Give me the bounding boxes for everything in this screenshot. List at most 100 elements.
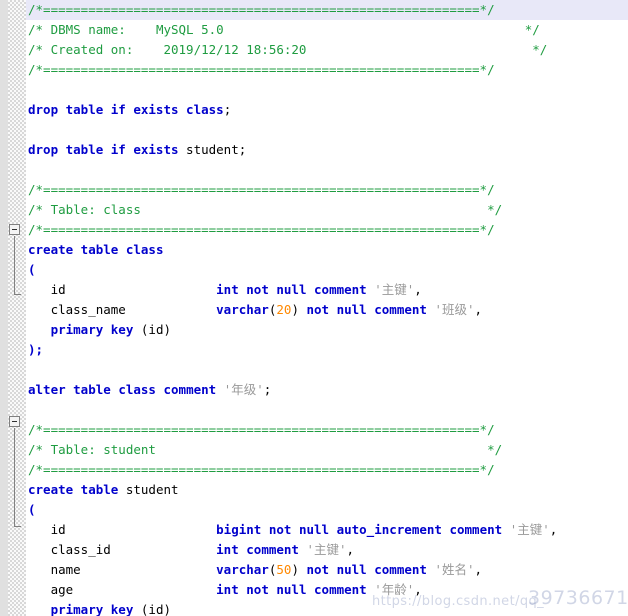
student-col-0-comment: '主键'	[509, 522, 550, 537]
class-col-2-name: primary key	[50, 322, 134, 337]
student-col-1-name: class_id	[50, 542, 111, 557]
alter-class-string: '年级'	[223, 382, 264, 397]
code-line-class-open-paren[interactable]: (	[28, 260, 36, 280]
class-col-1-comment: '班级'	[434, 302, 475, 317]
student-banner-label: /* Table: student	[28, 442, 156, 457]
student-col-3-trailing: ,	[414, 582, 422, 597]
code-line-dbms-name[interactable]: /* DBMS name: MySQL 5.0 */	[28, 20, 540, 40]
alter-class-verb: comment	[163, 382, 217, 397]
code-line-header-rule-top[interactable]: /*======================================…	[26, 0, 628, 20]
code-line-class-banner-rule-top[interactable]: /*======================================…	[28, 180, 495, 200]
code-line-created-on[interactable]: /* Created on: 2019/12/12 18:56:20 */	[28, 40, 547, 60]
student-col-3-name: age	[50, 582, 74, 597]
class-col-0-type: int	[216, 282, 239, 297]
code-line-create-class[interactable]: create table class	[28, 240, 163, 260]
code-line-class-col-class-name[interactable]: class_name varchar(20) not null comment …	[28, 300, 482, 320]
fold-guide-student-body	[14, 428, 15, 526]
student-col-0-type: bigint	[216, 522, 262, 537]
class-block-open: (	[28, 262, 36, 277]
editor-fold-gutter[interactable]	[8, 0, 26, 616]
code-line-class-col-id[interactable]: id int not null comment '主键',	[28, 280, 422, 300]
class-col-0-name: id	[50, 282, 66, 297]
fold-guide-class-body	[14, 236, 15, 294]
code-line-student-col-name[interactable]: name varchar(50) not null comment '姓名',	[28, 560, 482, 580]
code-line-alter-class-comment[interactable]: alter table class comment '年级';	[28, 380, 271, 400]
code-line-class-banner-rule-bottom[interactable]: /*======================================…	[28, 220, 495, 240]
student-col-1-type: int	[216, 542, 239, 557]
code-line-student-banner[interactable]: /* Table: student */	[28, 440, 502, 460]
comment-close-student-banner: */	[487, 442, 503, 457]
class-col-1-trailing: ,	[474, 302, 483, 317]
class-col-1-comment-keyword: comment	[374, 302, 427, 317]
class-col-1-size: 20	[276, 302, 292, 317]
student-col-1-comment: '主键'	[306, 542, 347, 557]
comment-rule-student-top: /*======================================…	[28, 422, 495, 437]
student-col-0-trailing: ,	[549, 522, 558, 537]
created-label: /* Created on:	[28, 42, 134, 57]
drop-class-terminator: ;	[223, 102, 232, 117]
code-line-class-primary-key[interactable]: primary key (id)	[28, 320, 171, 340]
fold-toggle-student-body[interactable]	[9, 416, 20, 427]
student-col-1-comment-keyword: comment	[246, 542, 299, 557]
class-col-2-trailing: (id)	[133, 322, 172, 337]
comment-rule-student-bottom: /*======================================…	[28, 462, 495, 477]
code-line-class-banner[interactable]: /* Table: class */	[28, 200, 502, 220]
class-col-1-name: class_name	[50, 302, 126, 317]
create-class-keywords: create table	[28, 242, 119, 257]
code-line-student-primary-key[interactable]: primary key (id)	[28, 600, 171, 616]
drop-class-target: class	[186, 102, 224, 117]
code-line-student-col-class-id[interactable]: class_id int comment '主键',	[28, 540, 355, 560]
editor-left-margin-strip	[0, 0, 8, 616]
student-col-3-comment: '年龄'	[374, 582, 415, 597]
code-line-class-close-paren[interactable]: );	[28, 340, 43, 360]
drop-student-target: student	[186, 142, 239, 157]
fold-guide-foot-student-body	[14, 526, 21, 527]
code-line-drop-class[interactable]: drop table if exists class;	[28, 100, 231, 120]
class-col-0-comment: '主键'	[374, 282, 415, 297]
alter-class-target: class	[118, 382, 156, 397]
code-line-student-col-age[interactable]: age int not null comment '年龄',	[28, 580, 422, 600]
drop-student-terminator: ;	[238, 142, 247, 157]
fold-guide-foot-class-body	[14, 294, 21, 295]
student-col-2-trailing: ,	[474, 562, 483, 577]
student-col-2-name: name	[50, 562, 81, 577]
drop-student-keywords: drop table if exists	[28, 142, 179, 157]
student-col-0-name: id	[50, 522, 66, 537]
student-col-3-constraints: not null	[246, 582, 307, 597]
class-col-1-type: varchar	[216, 302, 269, 317]
create-student-keywords: create table	[28, 482, 119, 497]
student-col-2-comment-keyword: comment	[374, 562, 427, 577]
code-line-header-rule-bottom[interactable]: /*======================================…	[28, 60, 495, 80]
comment-close-class-banner: */	[487, 202, 503, 217]
create-student-target: student	[125, 482, 179, 497]
comment-rule-top: /*======================================…	[28, 2, 495, 17]
class-block-close: );	[28, 342, 44, 357]
comment-rule-header-bottom: /*======================================…	[28, 62, 495, 77]
create-class-target: class	[125, 242, 164, 257]
student-col-1-trailing: ,	[346, 542, 355, 557]
code-line-student-banner-rule-bottom[interactable]: /*======================================…	[28, 460, 495, 480]
alter-class-terminator: ;	[263, 382, 272, 397]
student-col-3-comment-keyword: comment	[314, 582, 367, 597]
student-col-4-name: primary key	[50, 602, 134, 616]
student-col-3-type: int	[216, 582, 239, 597]
comment-close-dbms: */	[524, 22, 540, 37]
code-line-student-open-paren[interactable]: (	[28, 500, 36, 520]
dbms-value: MySQL 5.0	[155, 22, 224, 37]
comment-rule-class-top: /*======================================…	[28, 182, 495, 197]
class-col-0-constraints: not null	[246, 282, 307, 297]
student-col-2-size: 50	[276, 562, 292, 577]
student-col-0-constraints: not null auto_increment	[268, 522, 442, 537]
sql-editor-window[interactable]: /*======================================…	[0, 0, 628, 616]
code-line-create-student[interactable]: create table student	[28, 480, 179, 500]
fold-toggle-class-body[interactable]	[9, 224, 20, 235]
class-col-0-comment-keyword: comment	[314, 282, 367, 297]
code-line-student-col-id[interactable]: id bigint not null auto_increment commen…	[28, 520, 558, 540]
class-banner-label: /* Table: class	[28, 202, 141, 217]
code-line-student-banner-rule-top[interactable]: /*======================================…	[28, 420, 495, 440]
student-col-2-comment: '姓名'	[434, 562, 475, 577]
code-text-area[interactable]: /*======================================…	[26, 0, 628, 616]
code-line-drop-student[interactable]: drop table if exists student;	[28, 140, 246, 160]
alter-class-prefix: alter table	[28, 382, 111, 397]
comment-rule-class-bottom: /*======================================…	[28, 222, 495, 237]
